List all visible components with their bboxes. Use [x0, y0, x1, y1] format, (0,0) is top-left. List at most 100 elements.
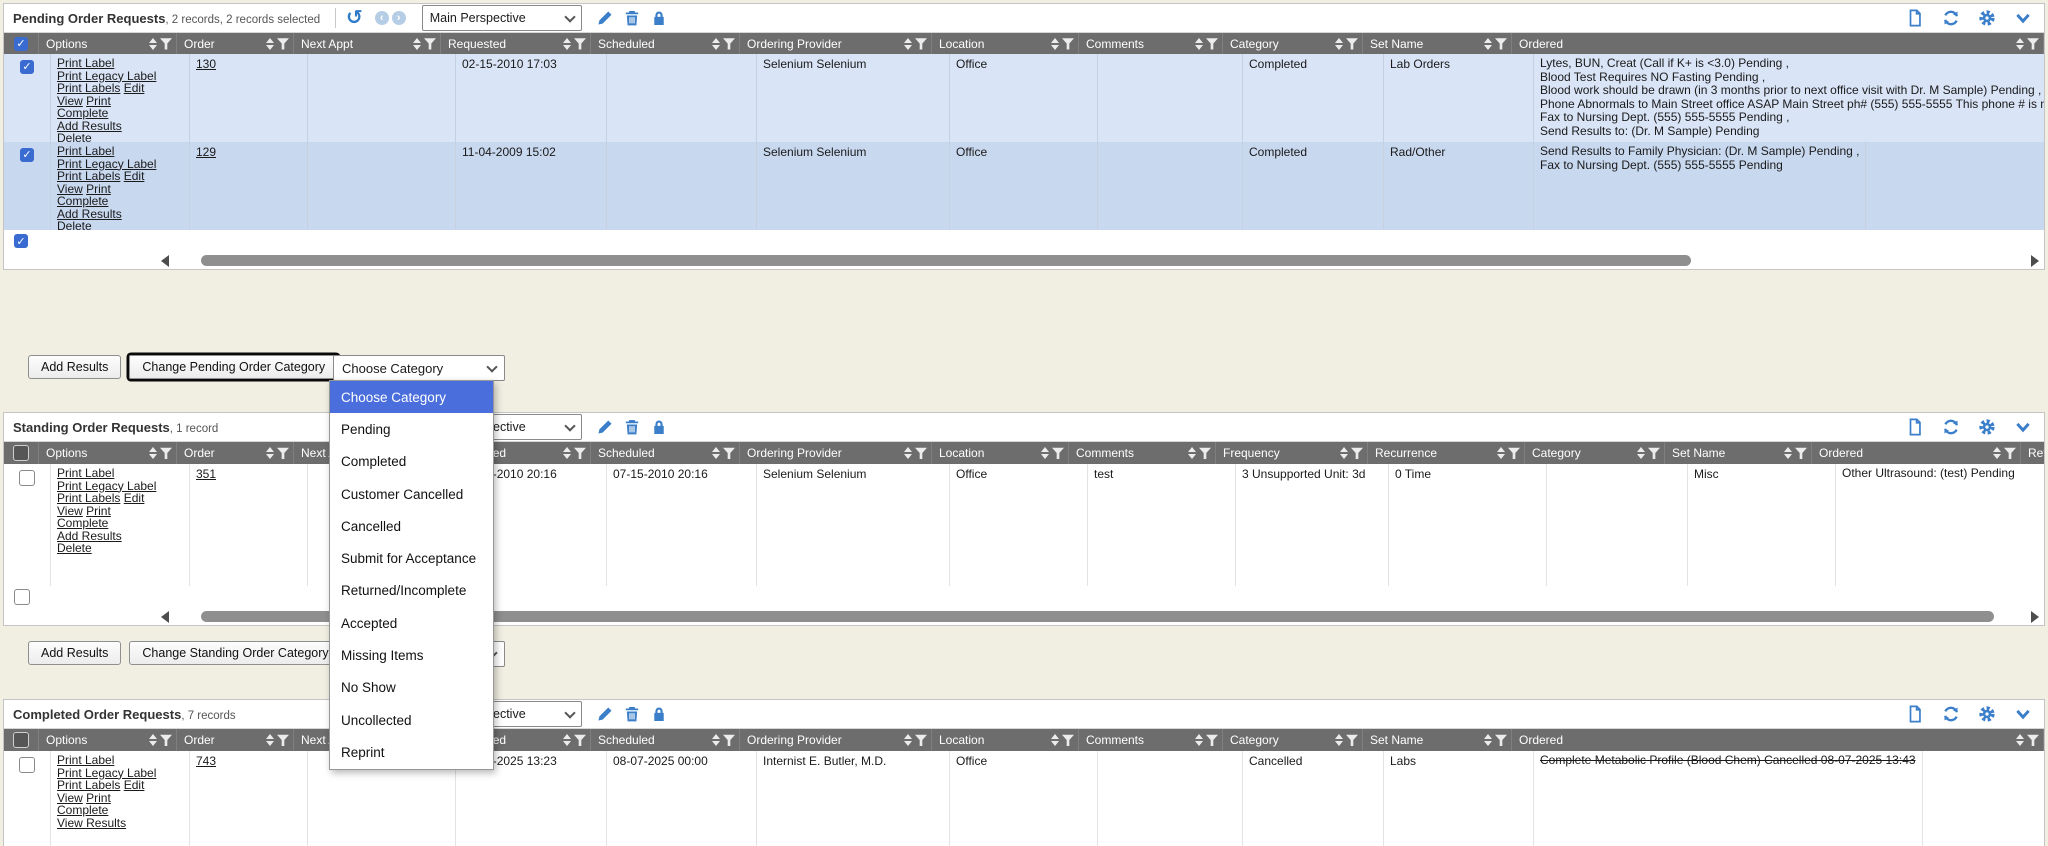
scroll-left-arrow-icon[interactable] — [161, 611, 169, 623]
column-header-order[interactable]: Order — [177, 729, 294, 751]
sort-arrows-icon[interactable] — [1484, 38, 1492, 50]
next-icon[interactable]: › — [392, 11, 406, 25]
order-link[interactable]: 130 — [196, 57, 216, 71]
lock-icon[interactable] — [650, 9, 668, 27]
funnel-filter-icon[interactable] — [915, 734, 927, 746]
funnel-filter-icon[interactable] — [1052, 447, 1064, 459]
sort-arrows-icon[interactable] — [413, 38, 421, 50]
sort-arrows-icon[interactable] — [1041, 447, 1049, 459]
funnel-filter-icon[interactable] — [277, 38, 289, 50]
column-header-scheduled[interactable]: Scheduled — [591, 33, 740, 54]
add-results-button[interactable]: Add Results — [28, 641, 121, 665]
sort-arrows-icon[interactable] — [1484, 734, 1492, 746]
funnel-filter-icon[interactable] — [1206, 734, 1218, 746]
sort-arrows-icon[interactable] — [1993, 447, 2001, 459]
prev-icon[interactable]: ‹ — [375, 11, 389, 25]
category-option[interactable]: Missing Items — [330, 639, 493, 671]
funnel-filter-icon[interactable] — [915, 447, 927, 459]
sort-arrows-icon[interactable] — [563, 734, 571, 746]
option-link[interactable]: Edit — [124, 491, 145, 505]
funnel-filter-icon[interactable] — [2027, 734, 2039, 746]
column-header-location[interactable]: Location — [932, 729, 1079, 751]
delete-trash-icon[interactable] — [623, 9, 641, 27]
funnel-filter-icon[interactable] — [160, 38, 172, 50]
scroll-right-arrow-icon[interactable] — [2031, 611, 2039, 623]
funnel-filter-icon[interactable] — [1648, 447, 1660, 459]
column-header-order[interactable]: Order — [177, 442, 294, 464]
funnel-filter-icon[interactable] — [424, 38, 436, 50]
funnel-filter-icon[interactable] — [574, 447, 586, 459]
column-header-frequency[interactable]: Frequency — [1216, 442, 1368, 464]
delete-trash-icon[interactable] — [623, 418, 641, 436]
order-link[interactable]: 743 — [196, 754, 216, 768]
sort-arrows-icon[interactable] — [1195, 734, 1203, 746]
sort-arrows-icon[interactable] — [149, 734, 157, 746]
column-header-options[interactable]: Options — [39, 729, 177, 751]
column-header-referred-to[interactable]: Referred To — [2021, 442, 2044, 464]
new-document-icon[interactable] — [1906, 705, 1924, 723]
funnel-filter-icon[interactable] — [915, 38, 927, 50]
gear-icon[interactable] — [1978, 9, 1996, 27]
sort-arrows-icon[interactable] — [266, 734, 274, 746]
sort-arrows-icon[interactable] — [712, 38, 720, 50]
funnel-filter-icon[interactable] — [277, 447, 289, 459]
category-option[interactable]: Reprint — [330, 736, 493, 768]
sort-arrows-icon[interactable] — [712, 447, 720, 459]
sort-arrows-icon[interactable] — [1784, 447, 1792, 459]
category-option[interactable]: Pending — [330, 413, 493, 445]
option-link[interactable]: Edit — [124, 778, 145, 792]
change-standing-category-button[interactable]: Change Standing Order Category — [129, 641, 341, 665]
sort-arrows-icon[interactable] — [1195, 38, 1203, 50]
undo-icon[interactable]: ↺ — [346, 8, 363, 28]
column-header-comments[interactable]: Comments — [1079, 33, 1223, 54]
refresh-icon[interactable] — [1942, 705, 1960, 723]
funnel-filter-icon[interactable] — [1795, 447, 1807, 459]
sort-arrows-icon[interactable] — [1497, 447, 1505, 459]
column-header-recurrence[interactable]: Recurrence — [1368, 442, 1525, 464]
sort-arrows-icon[interactable] — [1188, 447, 1196, 459]
sort-arrows-icon[interactable] — [266, 447, 274, 459]
sort-arrows-icon[interactable] — [266, 38, 274, 50]
funnel-filter-icon[interactable] — [723, 734, 735, 746]
row-checkbox[interactable]: ✓ — [20, 60, 34, 74]
category-option[interactable]: Completed — [330, 446, 493, 478]
funnel-filter-icon[interactable] — [1206, 38, 1218, 50]
column-header-next-appt[interactable]: Next Appt — [294, 33, 441, 54]
column-header-category[interactable]: Category — [1525, 442, 1665, 464]
column-header-scheduled[interactable]: Scheduled — [591, 729, 740, 751]
edit-pencil-icon[interactable] — [596, 9, 614, 27]
funnel-filter-icon[interactable] — [723, 447, 735, 459]
column-header-ordered[interactable]: Ordered — [1512, 729, 2044, 751]
sort-arrows-icon[interactable] — [1340, 447, 1348, 459]
refresh-icon[interactable] — [1942, 418, 1960, 436]
sort-arrows-icon[interactable] — [1051, 734, 1059, 746]
option-link[interactable]: Delete — [57, 219, 92, 230]
category-option[interactable]: Choose Category — [330, 381, 493, 413]
column-header-ordered[interactable]: Ordered — [1512, 33, 2044, 54]
category-option[interactable]: Returned/Incomplete — [330, 575, 493, 607]
column-header-location[interactable]: Location — [932, 33, 1079, 54]
footer-select-checkbox[interactable]: ✓ — [14, 234, 28, 248]
category-option[interactable]: Submit for Acceptance — [330, 542, 493, 574]
sort-arrows-icon[interactable] — [904, 447, 912, 459]
collapse-chevron-icon[interactable] — [2014, 9, 2032, 27]
funnel-filter-icon[interactable] — [1346, 38, 1358, 50]
category-select[interactable]: Choose Category — [333, 355, 505, 381]
option-link[interactable]: Edit — [124, 81, 145, 95]
sort-arrows-icon[interactable] — [149, 447, 157, 459]
column-header-location[interactable]: Location — [932, 442, 1069, 464]
collapse-chevron-icon[interactable] — [2014, 418, 2032, 436]
column-header-ordering-provider[interactable]: Ordering Provider — [740, 729, 932, 751]
funnel-filter-icon[interactable] — [277, 734, 289, 746]
column-header-set-name[interactable]: Set Name — [1665, 442, 1812, 464]
gear-icon[interactable] — [1978, 418, 1996, 436]
funnel-filter-icon[interactable] — [723, 38, 735, 50]
funnel-filter-icon[interactable] — [1508, 447, 1520, 459]
category-option[interactable]: Uncollected — [330, 704, 493, 736]
funnel-filter-icon[interactable] — [1062, 38, 1074, 50]
sort-arrows-icon[interactable] — [1335, 38, 1343, 50]
option-link[interactable]: Delete — [57, 131, 92, 142]
select-all-checkbox[interactable] — [13, 732, 29, 748]
funnel-filter-icon[interactable] — [1351, 447, 1363, 459]
perspective-select[interactable]: Main Perspective — [422, 5, 582, 31]
